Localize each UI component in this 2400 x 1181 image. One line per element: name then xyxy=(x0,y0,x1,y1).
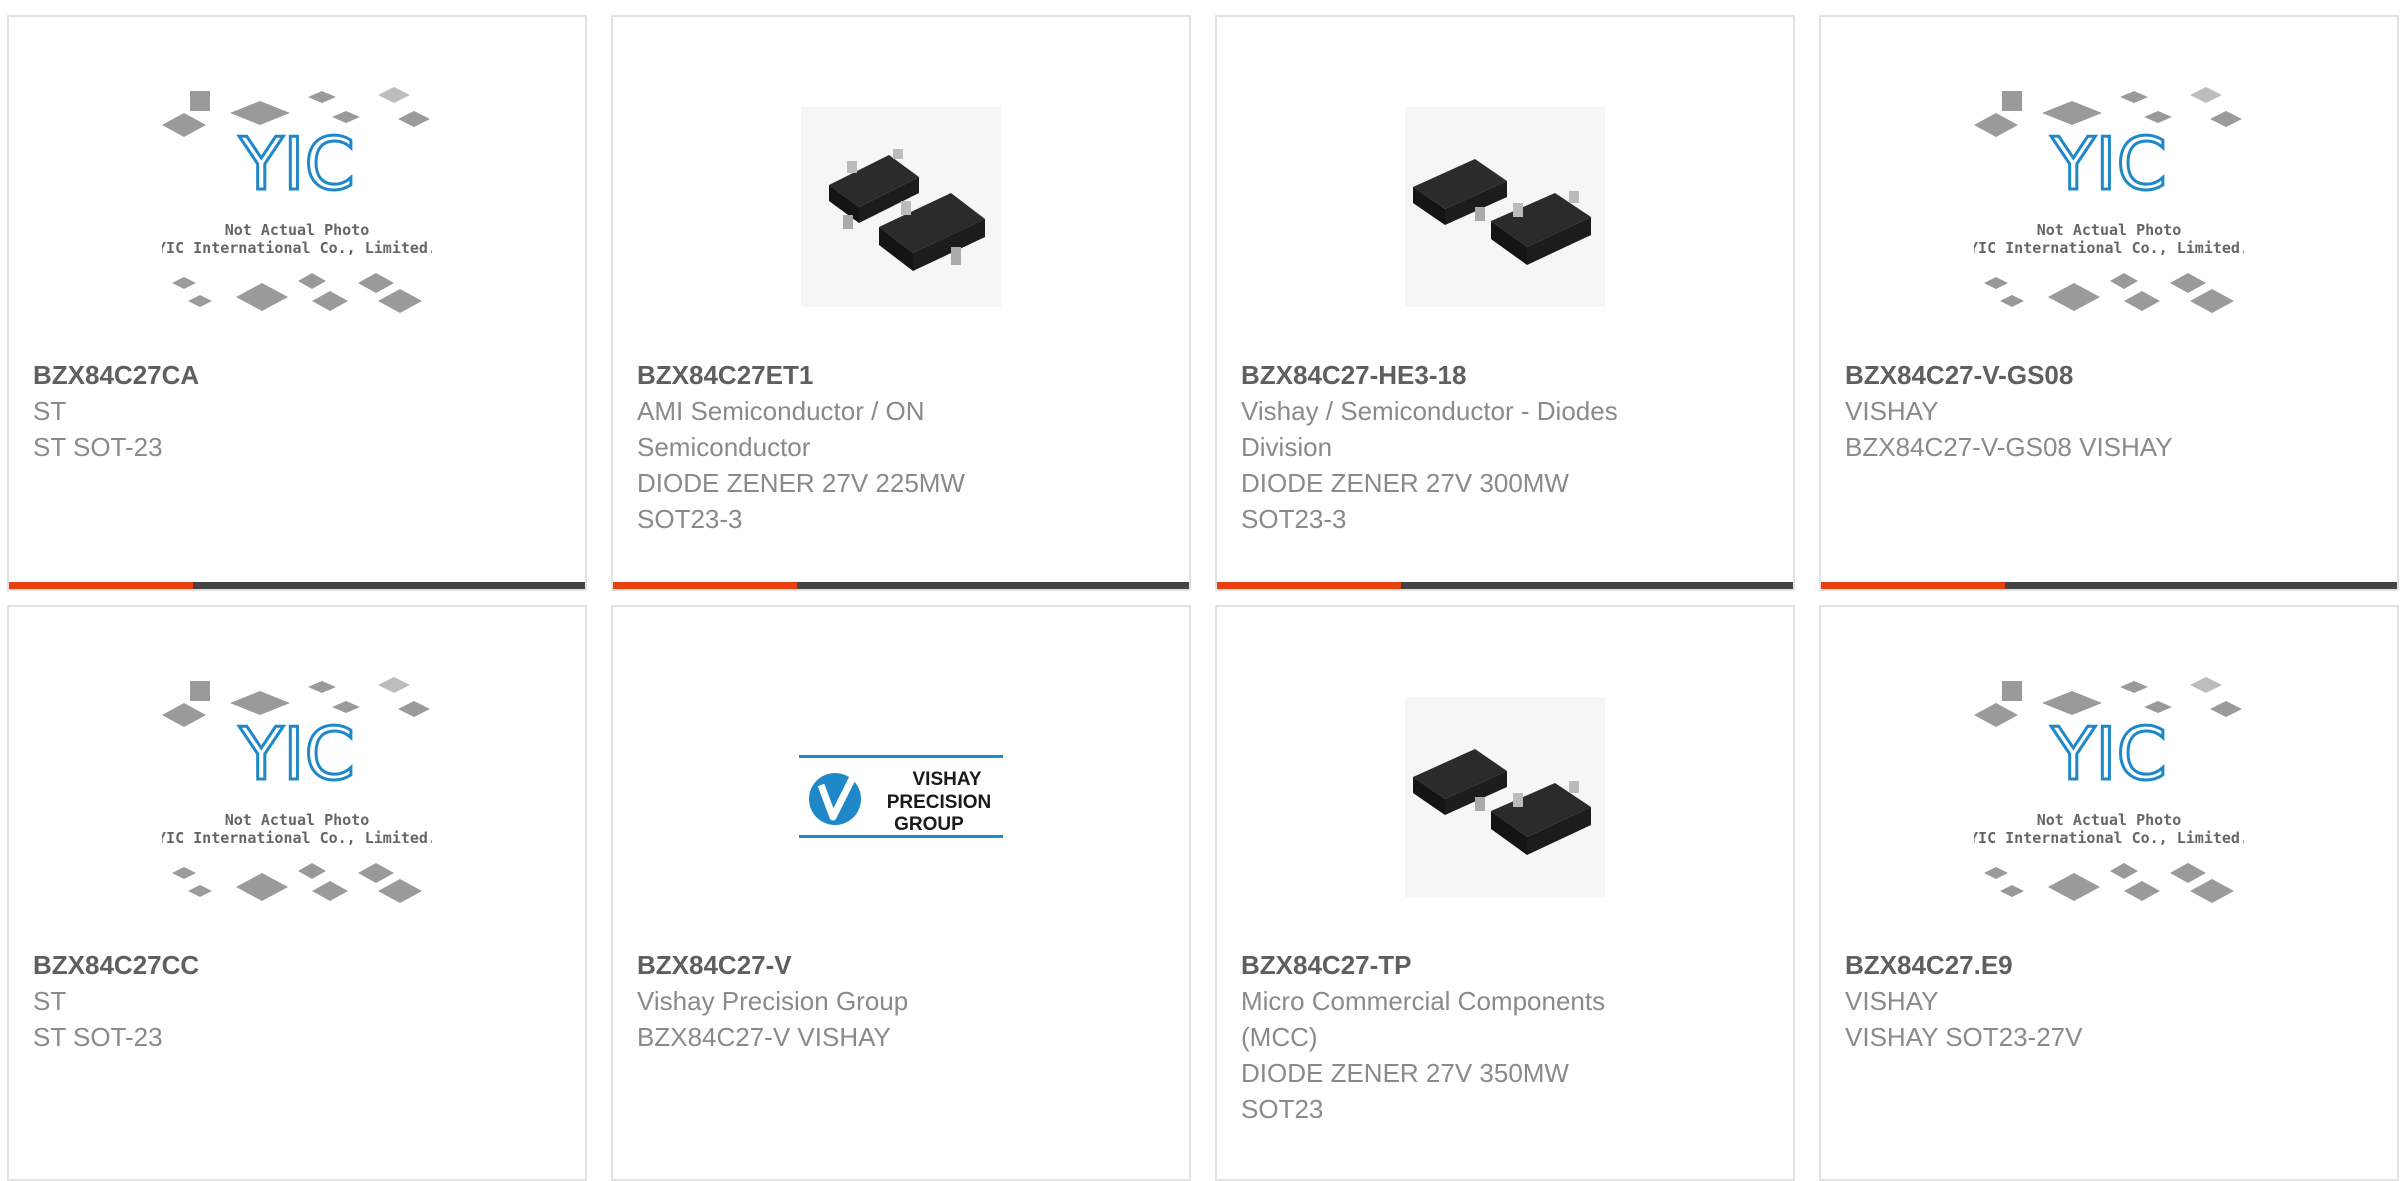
product-image xyxy=(1355,677,1655,917)
product-card[interactable]: YIC Not Actual Photo YIC International C… xyxy=(1819,15,2399,591)
progress-fill xyxy=(1217,582,1402,589)
manufacturer-cont: Division xyxy=(1241,432,1333,462)
svg-text:Not Actual Photo: Not Actual Photo xyxy=(225,221,370,239)
svg-text:YIC International Co., Limited: YIC International Co., Limited. xyxy=(162,239,432,257)
product-card[interactable]: YIC Not Actual Photo YIC International C… xyxy=(7,15,587,591)
part-number[interactable]: BZX84C27-TP xyxy=(1241,947,1769,983)
description: DIODE ZENER 27V 225MW xyxy=(637,468,965,498)
chip-collage-icon: YIC Not Actual Photo YIC International C… xyxy=(162,87,432,313)
svg-text:GROUP: GROUP xyxy=(894,814,964,835)
progress-fill xyxy=(1821,582,2006,589)
svg-text:VISHAY: VISHAY xyxy=(913,769,982,790)
description-cont: SOT23-3 xyxy=(1241,504,1347,534)
product-card[interactable]: BZX84C27-TP Micro Commercial Components … xyxy=(1215,605,1795,1181)
svg-text:YIC: YIC xyxy=(2050,122,2167,206)
manufacturer: Vishay / Semiconductor - Diodes xyxy=(1241,396,1618,426)
progress-bar xyxy=(9,582,585,589)
progress-fill xyxy=(9,582,194,589)
product-image: YIC Not Actual Photo YIC International C… xyxy=(147,87,447,327)
product-card[interactable]: VISHAY PRECISION GROUP BZX84C27-V Vishay… xyxy=(611,605,1191,1181)
svg-text:YIC: YIC xyxy=(2050,712,2167,796)
manufacturer: VISHAY xyxy=(1845,396,1939,426)
chip-collage-icon: YIC Not Actual Photo YIC International C… xyxy=(162,677,432,903)
manufacturer: VISHAY xyxy=(1845,986,1939,1016)
placeholder-image: YIC Not Actual Photo YIC International C… xyxy=(162,87,432,327)
svg-text:PRECISION: PRECISION xyxy=(887,792,992,813)
manufacturer-cont: (MCC) xyxy=(1241,1022,1318,1052)
part-number[interactable]: BZX84C27.E9 xyxy=(1845,947,2373,983)
product-card[interactable]: BZX84C27ET1 AMI Semiconductor / ON Semic… xyxy=(611,15,1191,591)
product-image: YIC Not Actual Photo YIC International C… xyxy=(147,677,447,917)
sot23-chip-icon xyxy=(1405,697,1605,897)
product-card[interactable]: YIC Not Actual Photo YIC International C… xyxy=(7,605,587,1181)
product-image: YIC Not Actual Photo YIC International C… xyxy=(1959,677,2259,917)
part-number[interactable]: BZX84C27-HE3-18 xyxy=(1241,357,1769,393)
description-cont: SOT23-3 xyxy=(637,504,743,534)
product-image xyxy=(751,87,1051,327)
description: DIODE ZENER 27V 350MW xyxy=(1241,1058,1569,1088)
manufacturer: ST xyxy=(33,396,67,426)
progress-bar xyxy=(1821,582,2397,589)
manufacturer: ST xyxy=(33,986,67,1016)
part-number[interactable]: BZX84C27CC xyxy=(33,947,561,983)
description: BZX84C27-V-GS08 VISHAY xyxy=(1845,432,2173,462)
description-cont: SOT23 xyxy=(1241,1094,1324,1124)
svg-text:YIC International Co., Limited: YIC International Co., Limited. xyxy=(162,829,432,847)
product-image: YIC Not Actual Photo YIC International C… xyxy=(1959,87,2259,327)
svg-text:YIC: YIC xyxy=(238,712,355,796)
svg-text:YIC International Co., Limited: YIC International Co., Limited. xyxy=(1974,239,2244,257)
progress-bar xyxy=(613,582,1189,589)
chip-collage-icon: YIC Not Actual Photo YIC International C… xyxy=(1974,87,2244,313)
manufacturer: Micro Commercial Components xyxy=(1241,986,1606,1016)
progress-fill xyxy=(613,582,798,589)
part-number[interactable]: BZX84C27-V-GS08 xyxy=(1845,357,2373,393)
part-number[interactable]: BZX84C27-V xyxy=(637,947,1165,983)
sot23-chip-icon xyxy=(1405,107,1605,307)
manufacturer-cont: Semiconductor xyxy=(637,432,811,462)
product-image xyxy=(1355,87,1655,327)
svg-text:YIC International Co., Limited: YIC International Co., Limited. xyxy=(1974,829,2244,847)
product-grid: YIC Not Actual Photo YIC International C… xyxy=(0,0,2400,1181)
manufacturer: AMI Semiconductor / ON xyxy=(637,396,925,426)
svg-text:Not Actual Photo: Not Actual Photo xyxy=(225,811,370,829)
part-number[interactable]: BZX84C27ET1 xyxy=(637,357,1165,393)
vpg-logo-icon: VISHAY PRECISION GROUP xyxy=(799,755,1003,838)
product-card[interactable]: YIC Not Actual Photo YIC International C… xyxy=(1819,605,2399,1181)
description: VISHAY SOT23-27V xyxy=(1845,1022,2083,1052)
product-image: VISHAY PRECISION GROUP xyxy=(751,677,1051,917)
progress-bar xyxy=(1217,582,1793,589)
svg-text:Not Actual Photo: Not Actual Photo xyxy=(2037,221,2182,239)
part-number[interactable]: BZX84C27CA xyxy=(33,357,561,393)
svg-text:Not Actual Photo: Not Actual Photo xyxy=(2037,811,2182,829)
description: ST SOT-23 xyxy=(33,432,163,462)
sot23-chip-icon xyxy=(801,107,1001,307)
svg-text:YIC: YIC xyxy=(238,122,355,206)
chip-collage-icon: YIC Not Actual Photo YIC International C… xyxy=(1974,677,2244,903)
description: BZX84C27-V VISHAY xyxy=(637,1022,891,1052)
product-card[interactable]: BZX84C27-HE3-18 Vishay / Semiconductor -… xyxy=(1215,15,1795,591)
manufacturer: Vishay Precision Group xyxy=(637,986,909,1016)
description: DIODE ZENER 27V 300MW xyxy=(1241,468,1569,498)
description: ST SOT-23 xyxy=(33,1022,163,1052)
